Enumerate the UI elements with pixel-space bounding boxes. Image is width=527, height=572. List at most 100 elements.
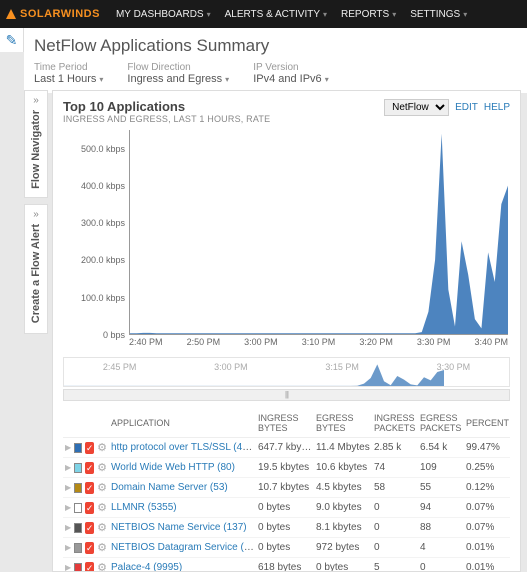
ingress-bytes: 618 bytes <box>256 558 314 572</box>
color-swatch <box>74 523 82 533</box>
brand-icon <box>6 9 16 19</box>
checkbox[interactable]: ✓ <box>85 462 94 474</box>
table-row: ▶✓⚙http protocol over TLS/SSL (443)647.7… <box>63 438 510 458</box>
expand-icon[interactable]: ▶ <box>65 523 71 532</box>
chevron-down-icon: ▾ <box>99 75 103 84</box>
expand-icon[interactable]: ▶ <box>65 443 71 452</box>
gear-icon[interactable]: ⚙ <box>97 441 107 454</box>
tool-rail: ✎ <box>0 28 24 52</box>
y-tick: 100.0 kbps <box>81 293 125 303</box>
percent: 0.12% <box>464 478 510 498</box>
egress-bytes: 8.1 kbytes <box>314 518 372 538</box>
ingress-packets: 0 <box>372 498 418 518</box>
page-header: NetFlow Applications Summary Time Period… <box>24 28 527 93</box>
percent: 99.47% <box>464 438 510 458</box>
edit-icon[interactable]: ✎ <box>6 32 18 49</box>
ingress-bytes: 0 bytes <box>256 538 314 558</box>
app-link[interactable]: NETBIOS Datagram Service (138) <box>111 542 256 553</box>
scroll-strip[interactable] <box>63 389 510 401</box>
side-tabs: » Flow Navigator » Create a Flow Alert <box>24 90 48 340</box>
table-row: ▶ ✓⚙ World Wide Web HTTP (80) 19.5 kbytes10… <box>63 458 510 478</box>
source-select[interactable]: NetFlow <box>384 99 449 116</box>
apps-table: APPLICATIONINGRESS BYTESEGRESS BYTESINGR… <box>63 409 510 572</box>
x-tick: 2:50 PM <box>187 337 221 355</box>
topnav-item[interactable]: MY DASHBOARDS▾ <box>110 5 217 24</box>
percent: 0.01% <box>464 558 510 572</box>
checkbox[interactable]: ✓ <box>85 482 94 494</box>
gear-icon[interactable]: ⚙ <box>97 501 107 514</box>
filter-flow[interactable]: Flow Direction Ingress and Egress▾ <box>127 62 229 85</box>
expand-icon: » <box>33 95 39 106</box>
ingress-bytes: 0 bytes <box>256 518 314 538</box>
y-tick: 0 bps <box>103 330 125 340</box>
minimap[interactable]: 2:45 PM3:00 PM3:15 PM3:30 PM <box>63 357 510 387</box>
checkbox[interactable]: ✓ <box>85 502 94 514</box>
expand-icon[interactable]: ▶ <box>65 563 71 572</box>
col-header[interactable]: APPLICATION <box>109 409 256 438</box>
brand: SOLARWINDS <box>6 8 100 20</box>
expand-icon: » <box>33 209 39 220</box>
app-link[interactable]: World Wide Web HTTP (80) <box>111 462 235 473</box>
app-link[interactable]: Domain Name Server (53) <box>111 482 228 493</box>
checkbox[interactable]: ✓ <box>85 522 94 534</box>
checkbox[interactable]: ✓ <box>85 442 94 454</box>
egress-bytes: 10.6 kbytes <box>314 458 372 478</box>
ingress-packets: 2.85 k <box>372 438 418 458</box>
percent: 0.07% <box>464 518 510 538</box>
app-link[interactable]: NETBIOS Name Service (137) <box>111 522 247 533</box>
side-tab-alert[interactable]: » Create a Flow Alert <box>24 204 48 334</box>
expand-icon[interactable]: ▶ <box>65 543 71 552</box>
y-tick: 200.0 kbps <box>81 255 125 265</box>
color-swatch <box>74 503 82 513</box>
x-tick: 3:00 PM <box>244 337 278 355</box>
filter-value: Last 1 Hours <box>34 73 96 85</box>
table-row: ▶✓⚙Palace-4 (9995)618 bytes0 bytes500.01… <box>63 558 510 572</box>
x-tick: 3:20 PM <box>359 337 393 355</box>
gear-icon[interactable]: ⚙ <box>97 541 107 554</box>
gear-icon[interactable]: ⚙ <box>97 521 107 534</box>
page-title: NetFlow Applications Summary <box>34 36 517 56</box>
app-link[interactable]: LLMNR (5355) <box>111 502 177 513</box>
color-swatch <box>74 463 82 473</box>
brand-text: SOLARWINDS <box>20 8 100 20</box>
filters: Time Period Last 1 Hours▾ Flow Direction… <box>34 62 517 85</box>
app-link[interactable]: Palace-4 (9995) <box>111 562 182 572</box>
plot-area[interactable] <box>129 130 508 335</box>
ingress-packets: 74 <box>372 458 418 478</box>
chart: 0 bps100.0 kbps200.0 kbps300.0 kbps400.0… <box>63 130 510 355</box>
side-tab-navigator[interactable]: » Flow Navigator <box>24 90 48 198</box>
y-tick: 400.0 kbps <box>81 181 125 191</box>
panel-title: Top 10 Applications <box>63 99 270 114</box>
y-axis: 0 bps100.0 kbps200.0 kbps300.0 kbps400.0… <box>63 130 129 335</box>
col-header[interactable]: EGRESS PACKETS <box>418 409 464 438</box>
col-header[interactable]: INGRESS BYTES <box>256 409 314 438</box>
col-header[interactable]: INGRESS PACKETS <box>372 409 418 438</box>
filter-value: Ingress and Egress <box>127 73 222 85</box>
checkbox[interactable]: ✓ <box>85 542 94 554</box>
col-header[interactable]: EGRESS BYTES <box>314 409 372 438</box>
ingress-packets: 0 <box>372 518 418 538</box>
topnav-item[interactable]: SETTINGS▾ <box>404 5 473 24</box>
edit-link[interactable]: EDIT <box>455 102 478 113</box>
expand-icon[interactable]: ▶ <box>65 503 71 512</box>
ingress-bytes: 19.5 kbytes <box>256 458 314 478</box>
chevron-down-icon: ▾ <box>225 75 229 84</box>
top-bar: SOLARWINDS MY DASHBOARDS▾ALERTS & ACTIVI… <box>0 0 527 28</box>
table-body: ▶✓⚙http protocol over TLS/SSL (443)647.7… <box>63 438 510 572</box>
checkbox[interactable]: ✓ <box>85 562 94 572</box>
x-axis: 2:40 PM2:50 PM3:00 PM3:10 PM3:20 PM3:30 … <box>129 337 508 355</box>
side-tab-label: Create a Flow Alert <box>30 224 42 323</box>
topnav-item[interactable]: ALERTS & ACTIVITY▾ <box>219 5 333 24</box>
color-swatch <box>74 483 82 493</box>
col-header[interactable]: PERCENT <box>464 409 510 438</box>
expand-icon[interactable]: ▶ <box>65 463 71 472</box>
expand-icon[interactable]: ▶ <box>65 483 71 492</box>
gear-icon[interactable]: ⚙ <box>97 481 107 494</box>
app-link[interactable]: http protocol over TLS/SSL (443) <box>111 442 256 453</box>
gear-icon[interactable]: ⚙ <box>97 461 107 474</box>
filter-ip[interactable]: IP Version IPv4 and IPv6▾ <box>253 62 329 85</box>
topnav-item[interactable]: REPORTS▾ <box>335 5 402 24</box>
filter-time[interactable]: Time Period Last 1 Hours▾ <box>34 62 103 85</box>
gear-icon[interactable]: ⚙ <box>97 561 107 572</box>
help-link[interactable]: HELP <box>484 102 510 113</box>
